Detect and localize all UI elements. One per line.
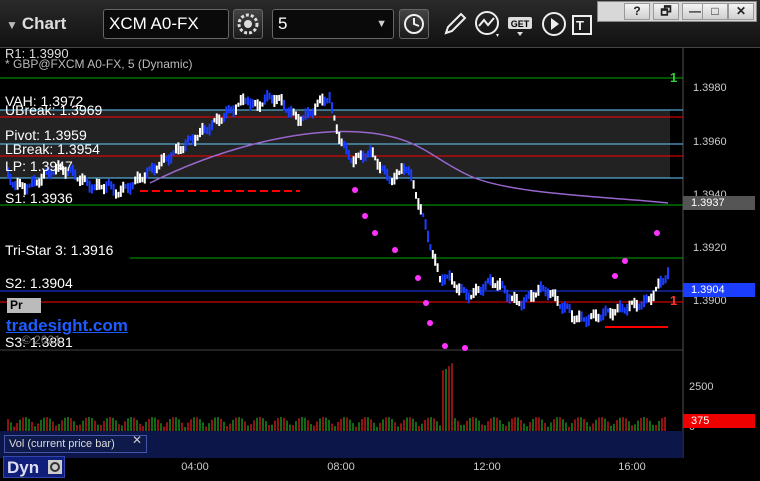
current-price-box: 1.3937 [683, 196, 755, 210]
help-button[interactable]: ? [624, 3, 650, 20]
window-controls: ? 🗗 — □ ✕ [597, 1, 757, 22]
play-icon [542, 12, 566, 36]
dropdown-arrow-icon: ▼ [6, 18, 18, 32]
indicator-icon [475, 11, 499, 37]
app-title[interactable]: ▼ Chart [6, 14, 66, 34]
time-tick: 12:00 [473, 461, 501, 473]
play-button[interactable] [539, 9, 569, 39]
lbreak-label: LBreak: 1.3954 [5, 141, 100, 157]
current-volume-box: 375 [683, 414, 755, 428]
volume-tick: 2500 [689, 381, 714, 393]
caret-down-icon: ▼ [376, 18, 387, 30]
interval-value: 5 [278, 14, 288, 33]
price-tick: 1.3960 [693, 136, 727, 148]
clock-icon [404, 14, 424, 34]
volume-panel-label: Vol (current price bar) [4, 435, 147, 453]
settings-button[interactable] [233, 9, 263, 39]
price-chart[interactable] [0, 48, 760, 481]
count-mark [654, 230, 660, 236]
text-tool-icon: T [572, 15, 592, 35]
interval-select[interactable]: 5 ▼ [272, 9, 394, 39]
count-mark [612, 273, 618, 279]
lp-label: LP: 1.3947 [5, 158, 73, 174]
count-mark [352, 187, 358, 193]
last-price-box: 1.3904 [683, 283, 755, 297]
app-title-text: Chart [21, 14, 67, 33]
s1-label: S1: 1.3936 [5, 190, 73, 206]
time-tick: 16:00 [618, 461, 646, 473]
price-panel [0, 48, 683, 348]
maximize-button[interactable]: □ [702, 3, 728, 20]
count-mark [362, 213, 368, 219]
time-axis-panel [0, 458, 760, 481]
time-button[interactable] [399, 9, 429, 39]
count-mark [427, 320, 433, 326]
lock-icon [48, 460, 62, 474]
time-tick: 04:00 [181, 461, 209, 473]
volume-bars [7, 363, 666, 431]
settings-gear-icon [237, 13, 259, 35]
count-mark [415, 275, 421, 281]
symbol-input[interactable]: XCM A0-FX [103, 9, 229, 39]
right-count-bottom: 1 [670, 293, 678, 308]
series-label: * GBP@FXCM A0-FX, 5 (Dynamic) [5, 57, 193, 71]
get-data-button[interactable]: GET [506, 9, 536, 39]
pencil-icon [444, 12, 467, 35]
close-icon[interactable]: ✕ [132, 433, 142, 447]
toolbar: ▼ Chart XCM A0-FX 5 ▼ GET T ? 🗗 — □ ✕ [0, 0, 760, 48]
time-tick: 08:00 [327, 461, 355, 473]
get-data-icon: GET [508, 17, 532, 36]
indicator-button[interactable] [473, 9, 503, 39]
symbol-value: XCM A0-FX [109, 14, 199, 33]
tristar-label: Tri-Star 3: 1.3916 [5, 242, 114, 258]
price-tick: 1.3920 [693, 242, 727, 254]
count-mark [622, 258, 628, 264]
price-tick: 1.3980 [693, 82, 727, 94]
count-mark [392, 247, 398, 253]
right-count-top: 1 [670, 70, 678, 85]
s2-label: S2: 1.3904 [5, 275, 73, 291]
dyn-label: Dyn [7, 458, 40, 477]
ubreak-label: UBreak: 1.3969 [5, 102, 103, 118]
svg-text:T: T [576, 18, 584, 33]
restore-button[interactable]: 🗗 [653, 3, 679, 20]
get-label: GET [511, 19, 530, 29]
count-mark [423, 300, 429, 306]
count-mark [462, 345, 468, 351]
price-tag: Pr [7, 298, 41, 313]
dynamic-button[interactable]: Dyn [3, 456, 65, 478]
draw-button[interactable] [440, 9, 470, 39]
count-mark [372, 230, 378, 236]
count-mark [442, 343, 448, 349]
copyright: © 2021 [22, 333, 61, 347]
close-button[interactable]: ✕ [728, 3, 754, 20]
